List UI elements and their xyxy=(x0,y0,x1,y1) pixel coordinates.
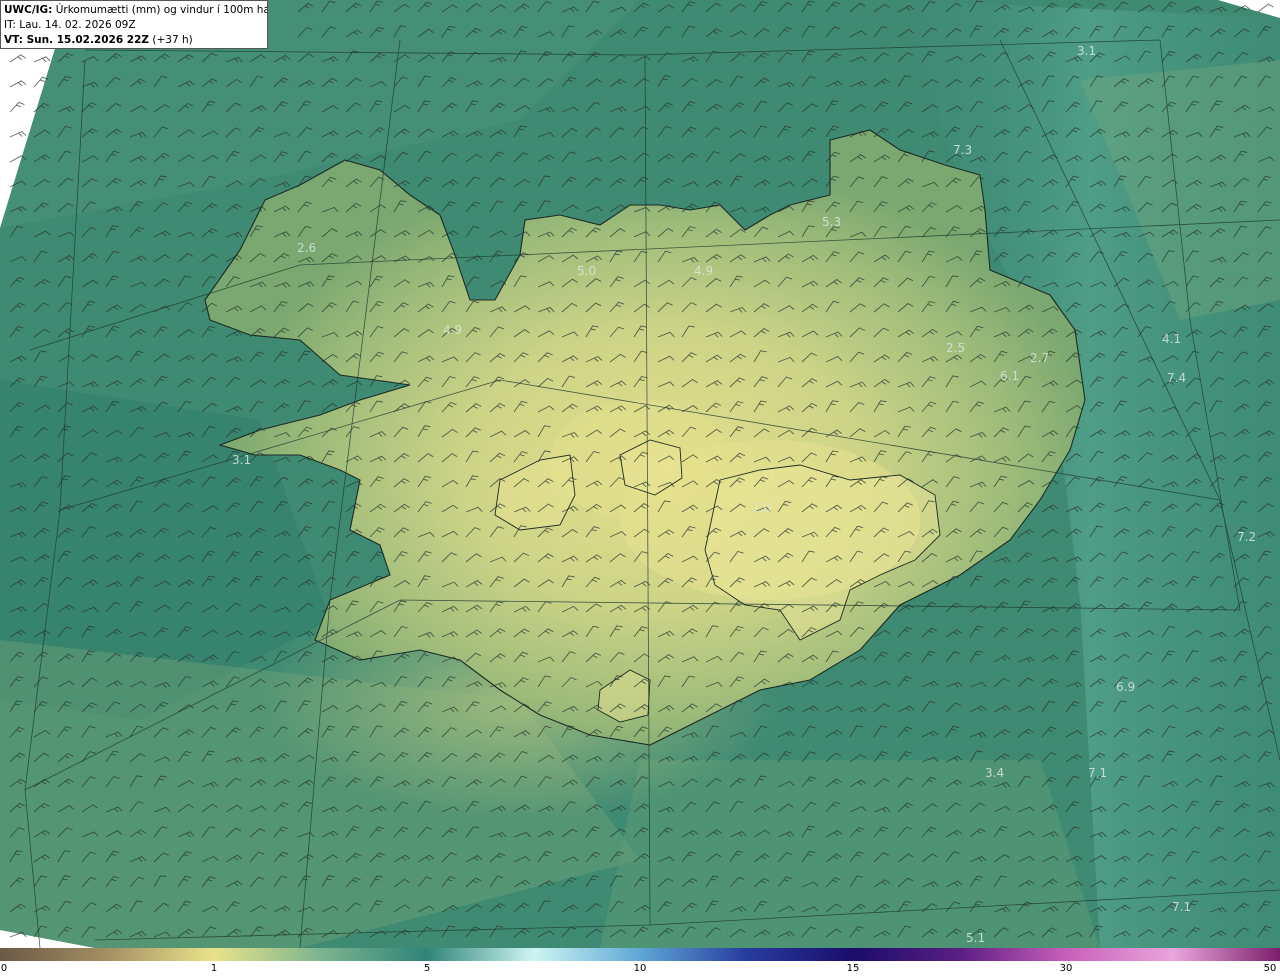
map-value-label: 3.1 xyxy=(232,453,251,467)
map-value-label: 6.1 xyxy=(1000,369,1019,383)
colorbar-legend: 0 1 5 10 15 30 50 xyxy=(0,948,1280,978)
map-value-label: 4.9 xyxy=(443,323,462,337)
map-value-label: 4.1 xyxy=(1162,332,1181,346)
forecast-info-box: UWC/IG: Úrkomumætti (mm) og vindur í 100… xyxy=(0,0,268,49)
colorbar-tick: 50 xyxy=(1263,963,1277,974)
map-value-label: 1.0 xyxy=(752,501,771,515)
forecast-map: 3.1 7.3 5.3 2.6 5.0 4.9 4.9 2.5 2.7 6.1 … xyxy=(0,0,1280,978)
colorbar-tick: 5 xyxy=(423,963,431,974)
map-value-label: 4.9 xyxy=(694,264,713,278)
map-value-label: 2.5 xyxy=(946,341,965,355)
colorbar-tick: 0 xyxy=(0,963,8,974)
map-value-label: 5.3 xyxy=(822,215,841,229)
colorbar-tick: 15 xyxy=(846,963,860,974)
colorbar-tick: 1 xyxy=(210,963,218,974)
lead-time: (+37 h) xyxy=(152,34,193,46)
map-value-label: 3.1 xyxy=(1077,44,1096,58)
forecast-title: Úrkomumætti (mm) og vindur í 100m hæð xyxy=(55,4,268,16)
map-value-label: 7.1 xyxy=(1172,900,1191,914)
map-value-label: 5.1 xyxy=(966,931,985,945)
map-value-label: 7.4 xyxy=(1167,371,1186,385)
colorbar-gradient xyxy=(0,948,1280,961)
colorbar-tick: 10 xyxy=(633,963,647,974)
map-canvas: 3.1 7.3 5.3 2.6 5.0 4.9 4.9 2.5 2.7 6.1 … xyxy=(0,0,1280,948)
map-value-label: 5.0 xyxy=(577,264,596,278)
map-value-label: 2.7 xyxy=(1030,351,1049,365)
model-prefix: UWC/IG: xyxy=(4,4,53,16)
init-time: IT: Lau. 14. 02. 2026 09Z xyxy=(4,19,136,31)
colorbar-tick: 30 xyxy=(1059,963,1073,974)
title-line: UWC/IG: Úrkomumætti (mm) og vindur í 100… xyxy=(4,3,267,18)
map-value-label: 7.3 xyxy=(953,143,972,157)
valid-time-line: VT: Sun. 15.02.2026 22Z (+37 h) xyxy=(4,33,264,48)
map-value-label: 7.1 xyxy=(1088,766,1107,780)
valid-time: VT: Sun. 15.02.2026 22Z xyxy=(4,34,150,46)
map-value-label: 6.9 xyxy=(1116,680,1135,694)
map-value-label: 2.6 xyxy=(297,241,316,255)
map-value-label: 7.2 xyxy=(1237,530,1256,544)
map-value-label: 3.4 xyxy=(985,766,1004,780)
